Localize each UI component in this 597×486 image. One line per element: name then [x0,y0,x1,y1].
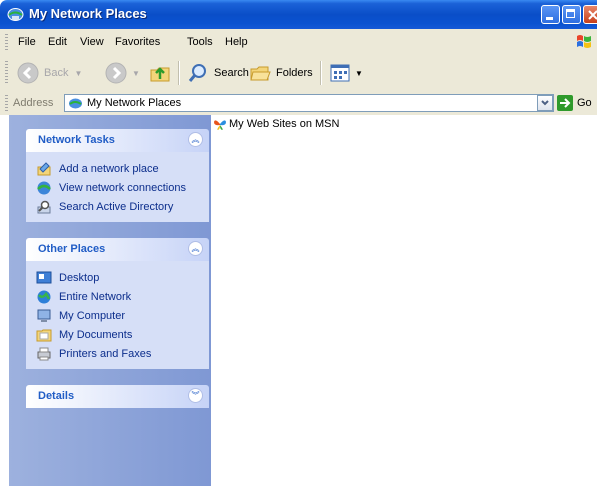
explorer-window: My Network Places File Edit View Favorit… [0,0,597,486]
close-button[interactable] [583,5,597,24]
panel-title: Details [38,390,75,402]
link-label: Printers and Faxes [59,347,152,360]
my-computer-icon [37,309,51,322]
search-active-directory-link[interactable]: Search Active Directory [26,197,209,216]
minimize-button[interactable] [541,5,560,24]
link-label: Add a network place [59,162,159,175]
chevron-down-icon [541,100,549,106]
toolbar-separator [178,61,180,85]
panel-header[interactable]: Network Tasks ︽ [26,129,209,152]
chevron-down-icon[interactable]: ▼ [355,69,363,78]
link-label: Desktop [59,271,100,284]
menu-edit[interactable]: Edit [48,36,67,48]
content-area: Network Tasks ︽ Add a network place View… [0,115,597,486]
network-places-icon [7,8,24,21]
back-arrow-icon [17,62,39,84]
address-value: My Network Places [87,97,182,109]
window-title: My Network Places [29,6,147,21]
windows-logo-icon [577,35,591,48]
back-label: Back [44,67,69,79]
folders-label: Folders [276,67,313,79]
network-connections-icon [37,181,51,194]
go-arrow-icon [557,95,573,111]
network-tasks-panel: Network Tasks ︽ Add a network place View… [26,129,209,222]
go-label: Go [577,97,592,109]
my-documents-icon [36,329,52,341]
add-network-place-link[interactable]: Add a network place [26,159,209,178]
left-gutter [0,115,9,486]
search-button[interactable]: Search [186,59,249,87]
collapse-icon[interactable]: ︽ [188,132,203,147]
other-places-panel: Other Places ︽ Desktop Entire Network My… [26,238,209,369]
desktop-link[interactable]: Desktop [26,268,209,287]
file-name: My Web Sites on MSN [229,118,340,130]
up-folder-icon [150,67,170,82]
add-network-place-icon [37,161,51,175]
menu-favorites[interactable]: Favorites [115,36,160,48]
search-icon [188,64,206,82]
link-label: Entire Network [59,290,132,303]
panel-title: Other Places [38,243,106,255]
menu-file[interactable]: File [18,36,36,48]
menu-bar: File Edit View Favorites Tools Help [0,29,597,56]
collapse-icon[interactable]: ︽ [188,241,203,256]
printers-and-faxes-link[interactable]: Printers and Faxes [26,344,209,363]
search-directory-icon [37,200,51,213]
panel-header[interactable]: Details ︾ [26,385,209,408]
address-bar: Address My Network Places Go [0,91,597,116]
network-places-icon [69,98,82,109]
menu-view[interactable]: View [80,36,104,48]
link-label: View network connections [59,181,186,194]
maximize-button[interactable] [562,5,581,24]
forward-arrow-icon [105,62,127,84]
standard-toolbar: Back ▼ ▼ Search Folders ▼ [0,55,597,92]
address-grip[interactable] [5,95,8,111]
link-label: My Computer [59,309,126,322]
toolbar-grip[interactable] [5,61,8,85]
panel-header[interactable]: Other Places ︽ [26,238,209,261]
up-folder-button[interactable] [148,59,172,87]
link-label: Search Active Directory [59,200,174,213]
back-button[interactable]: Back ▼ [16,59,82,87]
menu-help[interactable]: Help [225,36,248,48]
link-label: My Documents [59,328,133,341]
panel-body: Desktop Entire Network My Computer My Do… [26,261,209,369]
expand-icon[interactable]: ︾ [188,388,203,403]
details-panel: Details ︾ [26,385,209,408]
entire-network-link[interactable]: Entire Network [26,287,209,306]
panel-title: Network Tasks [38,134,115,146]
file-item[interactable]: My Web Sites on MSN [213,117,339,131]
my-documents-link[interactable]: My Documents [26,325,209,344]
entire-network-icon [37,290,51,303]
forward-button[interactable]: ▼ [104,59,140,87]
toolbar-separator [320,61,322,85]
menu-tools[interactable]: Tools [187,36,213,48]
address-label: Address [13,97,54,109]
search-label: Search [214,67,249,79]
my-computer-link[interactable]: My Computer [26,306,209,325]
views-button[interactable]: ▼ [328,59,363,87]
folders-icon [250,66,271,81]
address-dropdown-button[interactable] [537,95,553,111]
printer-icon [37,347,51,360]
chevron-down-icon[interactable]: ▼ [74,69,82,78]
folders-button[interactable]: Folders [248,59,313,87]
views-icon [330,64,350,82]
desktop-icon [36,271,52,283]
view-network-connections-link[interactable]: View network connections [26,178,209,197]
msn-butterfly-icon [214,120,226,130]
address-input[interactable]: My Network Places [64,94,554,112]
file-list: My Web Sites on MSN [211,115,597,486]
close-icon [588,10,597,20]
title-bar[interactable]: My Network Places [0,0,597,29]
go-button[interactable]: Go [557,94,592,112]
chevron-down-icon[interactable]: ▼ [132,69,140,78]
panel-body: Add a network place View network connect… [26,152,209,222]
menu-grip[interactable] [5,34,8,50]
task-pane: Network Tasks ︽ Add a network place View… [9,115,211,486]
